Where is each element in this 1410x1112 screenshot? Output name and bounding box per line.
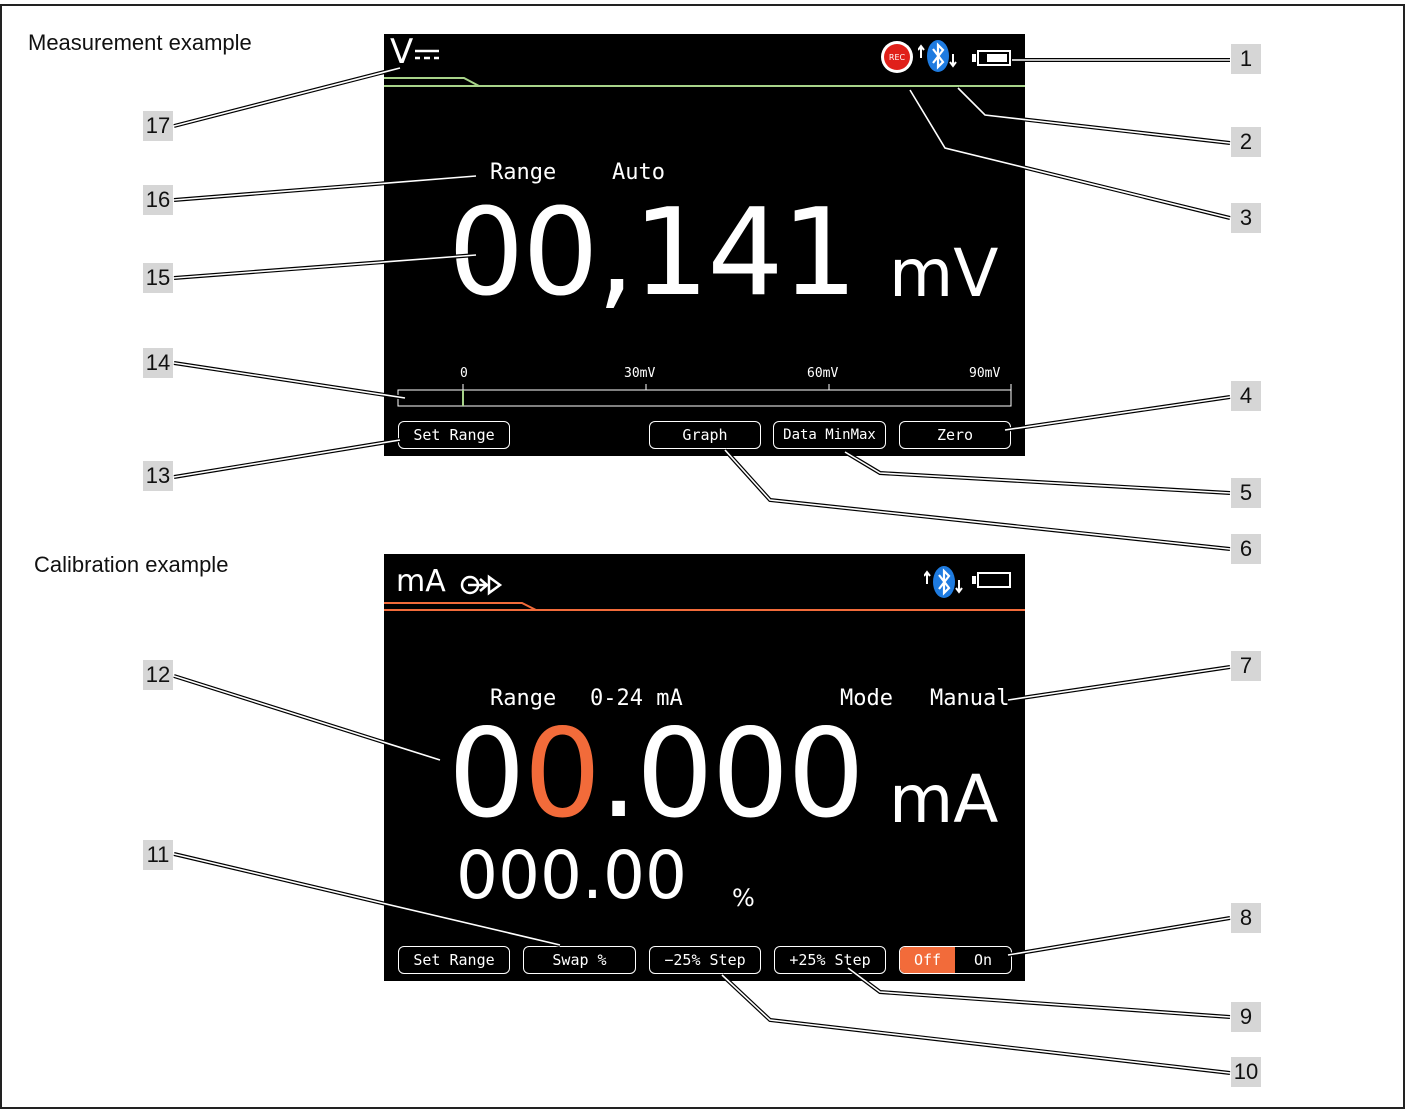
callout-5: 5 [1231,478,1261,508]
callout-7: 7 [1231,651,1261,681]
callout-10: 10 [1231,1057,1261,1087]
bar-graph-scale [397,384,1012,407]
callout-2: 2 [1231,127,1261,157]
range-label: Range [490,160,557,185]
callout-1: 1 [1231,44,1261,74]
dc-symbol-icon [415,49,439,60]
percent-unit: % [732,884,755,912]
source-output-icon [460,574,503,596]
header-underline [384,602,1025,611]
mode-symbol: V [390,34,414,72]
toggle-off-option[interactable]: Off [900,947,955,973]
percent-reading: 000.00 [456,837,687,914]
plus-25-step-button[interactable]: +25% Step [774,946,886,974]
calibration-screen: mA Range 0-24 mA Mode Manual 00.000 mA 0… [384,554,1025,981]
measurement-screen: V REC Range Auto 00,141 mV 0 30mV 60mV 9… [384,34,1025,456]
callout-12: 12 [143,660,173,690]
main-reading: 00.000 [448,703,865,845]
callout-14: 14 [143,348,173,378]
callout-8: 8 [1231,903,1261,933]
callout-13: 13 [143,461,173,491]
callout-3: 3 [1231,203,1261,233]
data-minmax-button[interactable]: Data MinMax [773,421,886,449]
swap-percent-button[interactable]: Swap % [523,946,636,974]
output-toggle[interactable]: Off On [899,946,1012,974]
header-underline [384,77,1025,87]
rec-icon: REC [881,41,913,73]
main-reading: 00,141 [448,184,858,323]
toggle-on-option[interactable]: On [955,947,1011,973]
callout-11: 11 [143,840,173,870]
graph-button[interactable]: Graph [649,421,761,449]
calibration-section-title: Calibration example [34,552,229,577]
set-range-button[interactable]: Set Range [398,421,510,449]
callout-4: 4 [1231,381,1261,411]
battery-icon [972,50,1012,66]
mode-value: Manual [930,686,1010,711]
reading-digits: .000 [599,703,865,845]
range-value: Auto [612,160,665,185]
reading-active-digit[interactable]: 0 [524,703,602,845]
callout-15: 15 [143,263,173,293]
measurement-section-title: Measurement example [28,30,252,55]
callout-6: 6 [1231,534,1261,564]
zero-button[interactable]: Zero [899,421,1011,449]
callout-9: 9 [1231,1002,1261,1032]
reading-digit: 0 [448,703,526,845]
set-range-button[interactable]: Set Range [398,946,510,974]
minus-25-step-button[interactable]: −25% Step [649,946,761,974]
callout-17: 17 [143,111,173,141]
rec-label: REC [884,44,910,70]
bluetooth-icon [923,564,964,600]
reading-unit: mA [889,761,999,838]
reading-unit: mV [889,235,999,312]
mode-symbol: mA [396,564,446,599]
callout-16: 16 [143,185,173,215]
bluetooth-icon [918,38,957,74]
battery-icon [972,572,1012,588]
